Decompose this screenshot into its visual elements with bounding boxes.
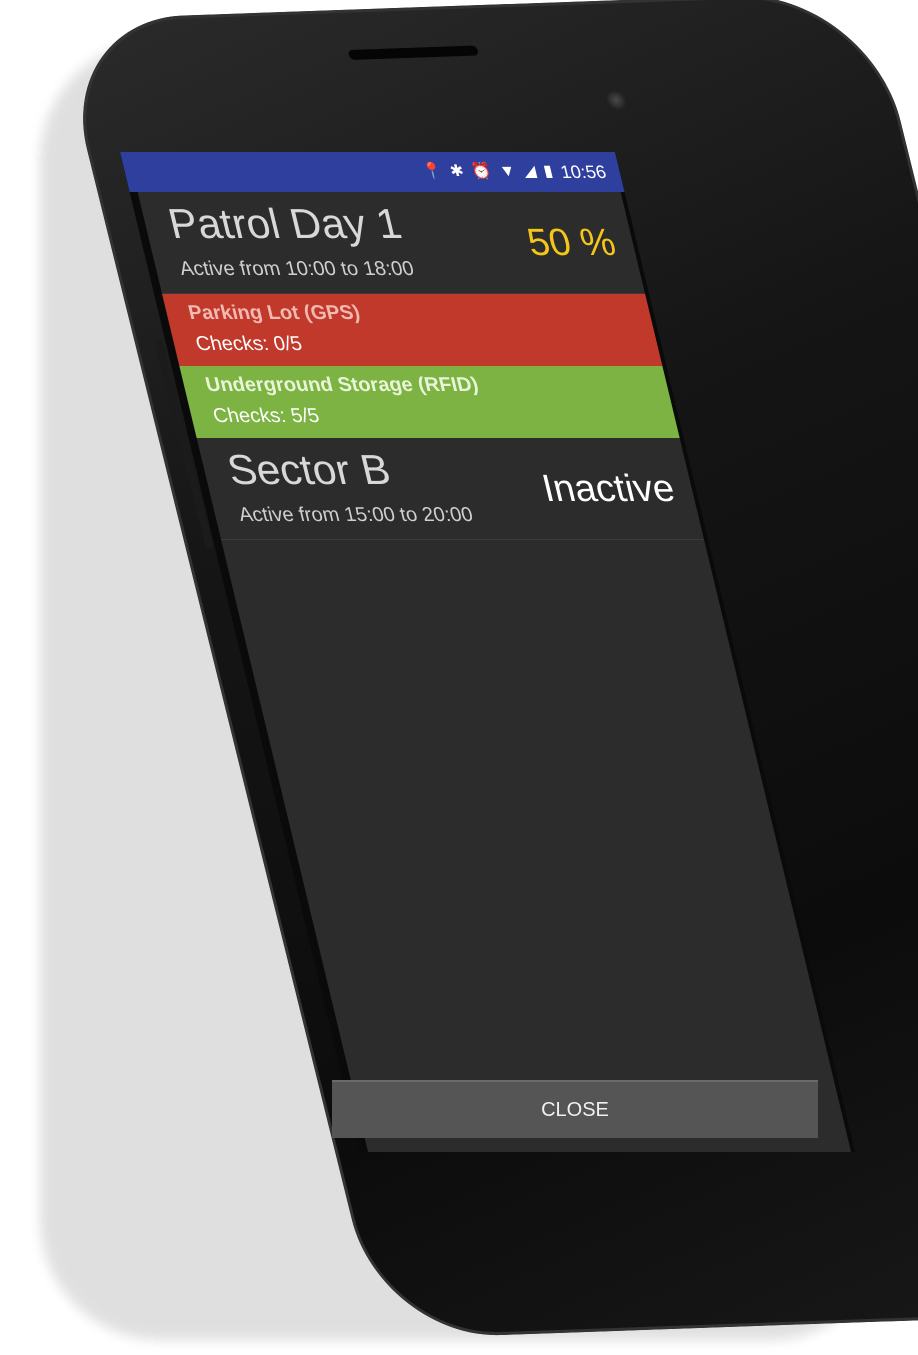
checkpoint-item[interactable]: Underground Storage (RFID) Checks: 5/5 xyxy=(179,366,680,438)
bluetooth-icon: ✱ xyxy=(448,163,466,180)
patrol-progress: 50 % xyxy=(523,222,620,264)
checkpoint-item[interactable]: Parking Lot (GPS) Checks: 0/5 xyxy=(162,294,663,366)
front-camera-icon xyxy=(602,88,630,112)
alarm-icon: ⏰ xyxy=(469,163,494,180)
checkpoint-title: Underground Storage (RFID) xyxy=(203,374,481,396)
checkpoint-title: Parking Lot (GPS) xyxy=(186,302,363,324)
status-bar: 📍 ✱ ⏰ ▼ ◢ ▮ 10:56 xyxy=(120,152,625,192)
checkpoint-checks: Checks: 5/5 xyxy=(210,405,322,427)
battery-icon: ▮ xyxy=(541,163,555,180)
signal-icon: ◢ xyxy=(521,163,538,180)
status-time: 10:56 xyxy=(558,161,609,182)
earpiece-speaker xyxy=(347,45,480,61)
checkpoint-checks: Checks: 0/5 xyxy=(193,333,305,355)
patrol-item[interactable]: Sector B Active from 15:00 to 20:00 Inac… xyxy=(196,438,705,540)
location-icon: 📍 xyxy=(420,163,445,180)
patrol-item[interactable]: Patrol Day 1 Active from 10:00 to 18:00 … xyxy=(137,192,646,294)
close-button[interactable]: CLOSE xyxy=(332,1080,818,1138)
patrol-status: Inactive xyxy=(537,468,679,510)
wifi-icon: ▼ xyxy=(497,163,518,180)
